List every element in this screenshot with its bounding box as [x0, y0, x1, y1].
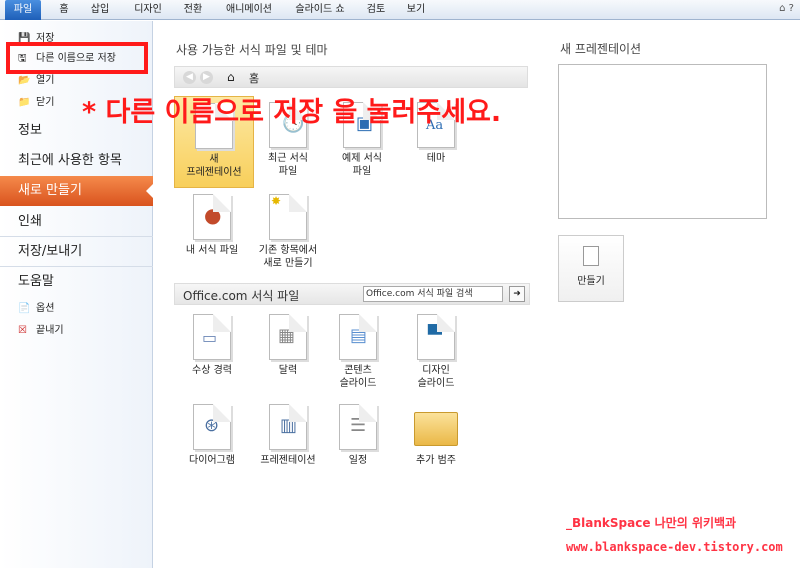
template-label: 프레젠테이션 — [260, 455, 316, 466]
template-label: 새 프레젠테이션 — [186, 154, 242, 178]
nav-options[interactable]: 📄 옵션 — [0, 299, 153, 319]
nav-print[interactable]: 인쇄 — [0, 207, 153, 237]
tab-insert[interactable]: 삽입 — [84, 0, 116, 20]
template-label: 기존 항목에서 새로 만들기 — [258, 245, 318, 269]
tab-home[interactable]: 홈 — [52, 0, 76, 20]
template-label: 테마 — [426, 153, 446, 164]
user-doc-icon: ● — [193, 194, 231, 240]
template-from-existing[interactable]: ✸ 기존 항목에서 새로 만들기 — [248, 194, 328, 270]
nav-new[interactable]: 새로 만들기 — [0, 176, 154, 206]
tab-slideshow[interactable]: 슬라이드 쇼 — [288, 0, 352, 20]
breadcrumb-home[interactable]: 홈 — [249, 70, 259, 86]
nav-recent[interactable]: 최근에 사용한 항목 — [0, 146, 153, 176]
template-my[interactable]: ● 내 서식 파일 — [172, 194, 252, 257]
home-icon[interactable]: ⌂ — [227, 70, 235, 84]
instruction-note: * 다른 이름으로 저장 을 눌러주세요. — [82, 97, 502, 128]
watermark-title: _BlankSpace 나만의 위키백과 — [566, 516, 737, 530]
folder-close-icon: 📁 — [18, 97, 31, 108]
office-template-schedule[interactable]: ☰ 일정 — [318, 404, 398, 467]
nav-open-label: 열기 — [36, 75, 55, 86]
template-label: 디자인 슬라이드 — [417, 365, 455, 389]
watermark-url: www.blankspace-dev.tistory.com — [566, 540, 783, 554]
save-as-highlight-box — [6, 42, 148, 74]
create-doc-icon — [583, 246, 599, 266]
award-doc-icon: ▭ — [193, 314, 231, 360]
office-template-content[interactable]: ▤ 콘텐츠 슬라이드 — [318, 314, 398, 390]
template-label: 콘텐츠 슬라이드 — [339, 365, 377, 389]
template-label: 달력 — [278, 365, 298, 376]
template-label: 일정 — [348, 455, 368, 466]
options-icon: 📄 — [18, 303, 31, 314]
forward-arrow-icon[interactable]: ▶ — [200, 71, 213, 84]
schedule-doc-icon: ☰ — [339, 404, 377, 450]
office-templates-bar: Office.com 서식 파일 Office.com 서식 파일 검색 ➜ — [174, 283, 530, 305]
exit-icon: ☒ — [18, 325, 27, 336]
office-template-diagram[interactable]: ⊛ 다이어그램 — [172, 404, 252, 467]
tab-transitions[interactable]: 전환 — [176, 0, 210, 20]
office-template-calendar[interactable]: ▦ 달력 — [248, 314, 328, 377]
content-slide-icon: ▤ — [339, 314, 377, 360]
design-slide-icon: ▀ — [417, 314, 455, 360]
office-template-presentation[interactable]: ▥ 프레젠테이션 — [248, 404, 328, 467]
office-template-award[interactable]: ▭ 수상 경력 — [172, 314, 252, 377]
window-controls[interactable]: ⌂ ? — [779, 3, 794, 14]
template-label: 예제 서식 파일 — [342, 153, 382, 177]
office-template-design[interactable]: ▀ 디자인 슬라이드 — [396, 314, 476, 390]
create-button[interactable]: 만들기 — [558, 235, 624, 302]
breadcrumb: ◀ ▶ ⌂ 홈 — [174, 66, 528, 88]
back-arrow-icon[interactable]: ◀ — [183, 71, 196, 84]
tab-file[interactable]: 파일 — [5, 0, 41, 20]
nav-help[interactable]: 도움말 — [0, 267, 153, 297]
template-label: 내 서식 파일 — [185, 245, 239, 256]
nav-close-label: 닫기 — [36, 97, 55, 108]
new-from-existing-icon: ✸ — [269, 194, 307, 240]
office-template-more[interactable]: 추가 범주 — [396, 404, 476, 467]
calendar-doc-icon: ▦ — [269, 314, 307, 360]
template-label: 수상 경력 — [192, 365, 232, 376]
template-label: 다이어그램 — [189, 455, 235, 466]
nav-exit-label: 끝내기 — [36, 325, 64, 336]
office-templates-title: Office.com 서식 파일 — [183, 289, 300, 303]
template-label: 추가 범주 — [416, 455, 456, 466]
nav-save-send[interactable]: 저장/보내기 — [0, 237, 153, 267]
tab-animations[interactable]: 애니메이션 — [218, 0, 280, 20]
ribbon-tabs: 파일 홈 삽입 디자인 전환 애니메이션 슬라이드 쇼 검토 보기 ⌂ ? — [0, 0, 800, 20]
tab-view[interactable]: 보기 — [400, 0, 432, 20]
preview-title: 새 프레젠테이션 — [560, 42, 642, 56]
tab-review[interactable]: 검토 — [360, 0, 392, 20]
nav-exit[interactable]: ☒ 끝내기 — [0, 321, 153, 341]
search-go-button[interactable]: ➜ — [509, 286, 525, 302]
preview-pane — [558, 64, 767, 219]
template-label: 최근 서식 파일 — [268, 153, 308, 177]
templates-title: 사용 가능한 서식 파일 및 테마 — [176, 43, 328, 57]
folder-open-icon: 📂 — [18, 75, 31, 86]
diagram-doc-icon: ⊛ — [193, 404, 231, 450]
nav-open[interactable]: 📂 열기 — [0, 71, 153, 91]
nav-options-label: 옵션 — [36, 303, 55, 314]
tab-design[interactable]: 디자인 — [126, 0, 170, 20]
create-button-label: 만들기 — [577, 276, 605, 287]
presentation-doc-icon: ▥ — [269, 404, 307, 450]
folder-icon — [414, 412, 458, 446]
office-search-input[interactable]: Office.com 서식 파일 검색 — [363, 286, 503, 302]
